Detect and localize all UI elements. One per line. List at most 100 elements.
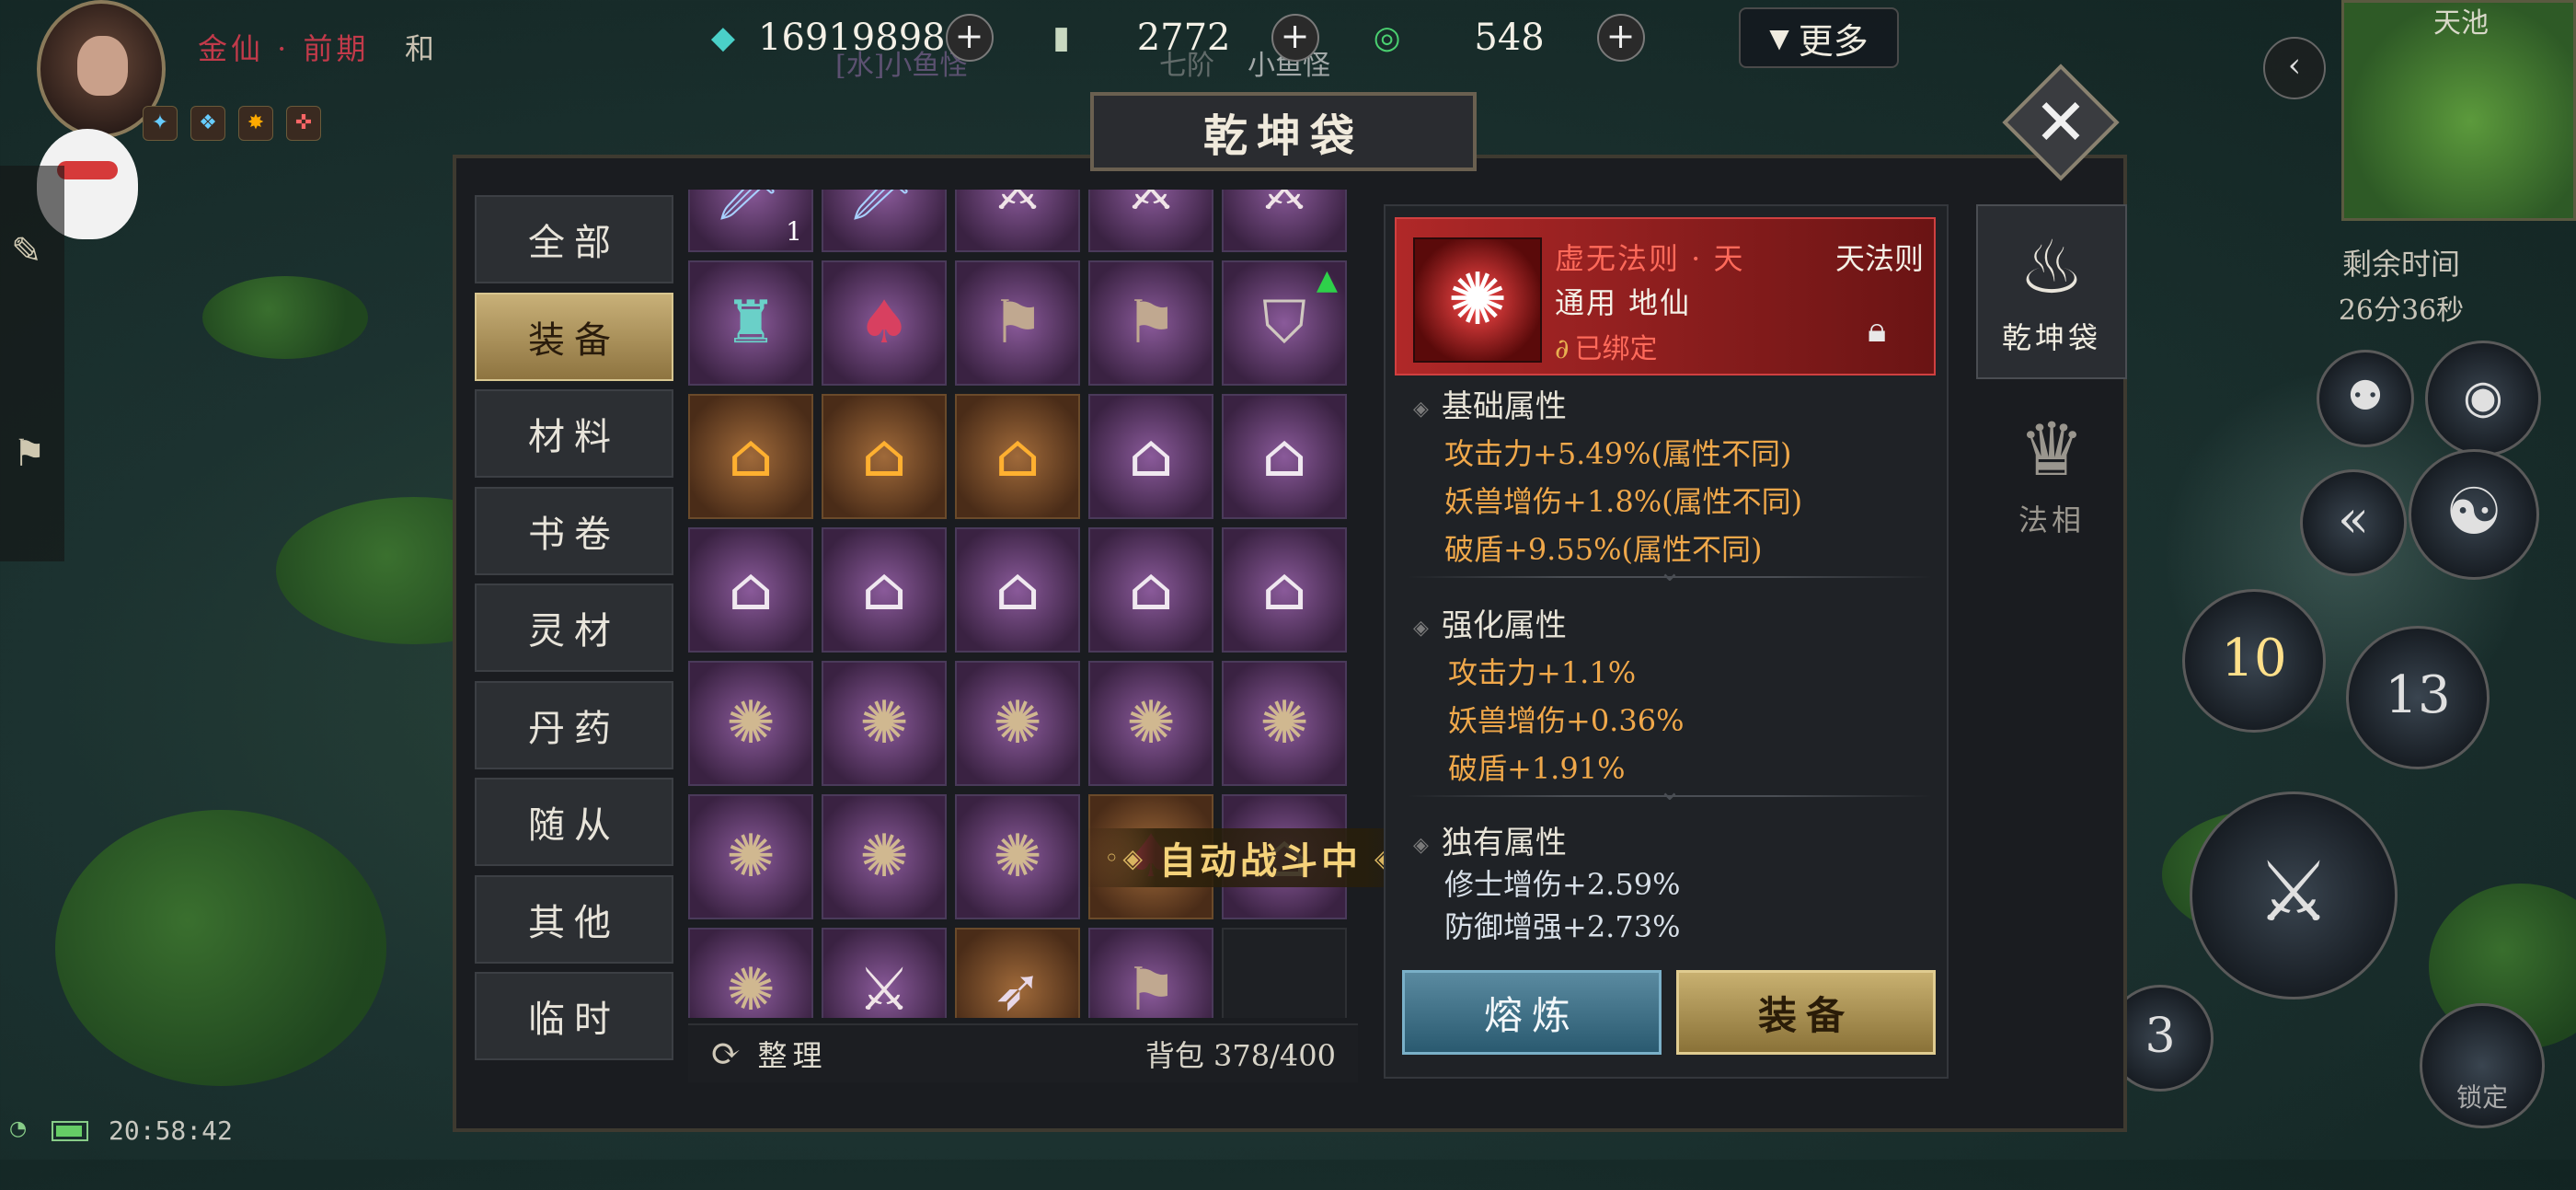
- back-arrow-icon[interactable]: «: [2300, 469, 2407, 576]
- inventory-slot[interactable]: 🗡︎ 1: [688, 190, 813, 252]
- inventory-slot[interactable]: ♜: [688, 260, 813, 386]
- bind-icon: ∂: [1555, 333, 1570, 365]
- skill-cooldown-2[interactable]: 13: [2346, 626, 2490, 769]
- inventory-footer: ⟳ 整理 背包 378/400: [688, 1023, 1358, 1082]
- spiral-skill-icon[interactable]: ◉: [2425, 341, 2541, 456]
- inventory-slot[interactable]: ⌂: [822, 394, 947, 519]
- buff-icon[interactable]: ✜: [286, 106, 321, 141]
- empty-slot[interactable]: [1222, 928, 1347, 1018]
- inventory-slot[interactable]: ✺: [822, 794, 947, 919]
- inventory-slot[interactable]: ✺: [688, 794, 813, 919]
- inventory-slot[interactable]: ⚔: [1088, 190, 1213, 252]
- inventory-slot[interactable]: ⌂: [822, 527, 947, 653]
- lock-icon[interactable]: 🔒︎: [1868, 309, 1910, 350]
- scroll-icon[interactable]: ✎: [11, 230, 42, 272]
- player-rank-suffix[interactable]: 和: [405, 26, 434, 68]
- add-token-button[interactable]: +: [1271, 14, 1319, 62]
- buff-icon[interactable]: ✦: [143, 106, 178, 141]
- enhance-attributes-title: 强化属性: [1413, 600, 1567, 645]
- more-button[interactable]: ▼ 更多: [1739, 7, 1899, 68]
- tab-pills[interactable]: 丹药: [475, 680, 673, 769]
- inventory-slot[interactable]: ⌂: [1222, 394, 1347, 519]
- tab-spirit-materials[interactable]: 灵材: [475, 583, 673, 672]
- minimap-title: 天池: [2433, 7, 2489, 40]
- inventory-slot[interactable]: ✺: [822, 661, 947, 786]
- bag-icon: ♨: [2018, 225, 2085, 310]
- buff-icon[interactable]: ❖: [190, 106, 225, 141]
- inventory-slot[interactable]: ⌂: [1088, 527, 1213, 653]
- tab-equipment[interactable]: 装备: [475, 292, 673, 381]
- resource-spirit-crystal: ◆ 16919898 +: [699, 14, 1029, 62]
- enhance-attribute: 破盾+1.91%: [1448, 751, 1626, 786]
- inventory-slot[interactable]: ✺: [1088, 661, 1213, 786]
- inventory-slot[interactable]: ⛉ ▲: [1222, 260, 1347, 386]
- skill-cooldown-1[interactable]: 10: [2182, 589, 2326, 733]
- collapse-arrow-icon[interactable]: ‹: [2263, 37, 2326, 99]
- whisk-icon: ✺: [726, 956, 776, 1018]
- inventory-slot[interactable]: ⚔: [955, 190, 1080, 252]
- buff-icon[interactable]: ✸: [238, 106, 273, 141]
- side-tab-avatar-form[interactable]: ♛ 法相: [1976, 387, 2127, 561]
- inventory-slot[interactable]: ⚑: [1088, 928, 1213, 1018]
- tab-materials[interactable]: 材料: [475, 389, 673, 478]
- inventory-slot[interactable]: ⌂: [955, 394, 1080, 519]
- inventory-slot[interactable]: ⌂: [1222, 527, 1347, 653]
- base-attributes-title: 基础属性: [1413, 381, 1567, 426]
- unique-attribute: 防御增强+2.73%: [1444, 909, 1681, 944]
- sword-attack-button[interactable]: ⚔: [2190, 791, 2398, 999]
- skill-cooldown-value: 13: [2385, 665, 2451, 725]
- inventory-slot[interactable]: ✺: [688, 928, 813, 1018]
- inventory-slot[interactable]: ➶: [955, 928, 1080, 1018]
- cauldron-icon: ⌂: [861, 556, 907, 624]
- inventory-slot[interactable]: 🗡︎: [822, 190, 947, 252]
- smelt-button[interactable]: 熔炼: [1402, 970, 1662, 1055]
- sort-button[interactable]: 整理: [758, 1033, 828, 1075]
- inventory-grid[interactable]: 🗡︎1🗡︎⚔⚔⚔♜♠⚑⚑⛉▲⌂⌂⌂⌂⌂⌂⌂⌂⌂⌂✺✺✺✺✺✺✺✺♠⌂✺⚔➶⚑: [688, 190, 1358, 1018]
- inventory-slot[interactable]: ⌂: [955, 527, 1080, 653]
- resource-bar: ◆ 16919898 + ▮ 2772 + ◎ 548 +: [699, 0, 1689, 75]
- cauldron-icon: ⌂: [995, 556, 1041, 624]
- shield-icon: ⛉: [1262, 289, 1306, 357]
- inventory-slot[interactable]: ♠: [822, 260, 947, 386]
- auto-battle-label: 自动战斗中: [1159, 839, 1362, 883]
- inventory-slot[interactable]: ✺: [1222, 661, 1347, 786]
- inventory-slot[interactable]: ⚔: [822, 928, 947, 1018]
- equip-button[interactable]: 装备: [1676, 970, 1936, 1055]
- chevron-down-icon: ▼: [1769, 22, 1789, 53]
- tab-other[interactable]: 其他: [475, 874, 673, 964]
- crystal-icon: ◆: [710, 19, 736, 56]
- tab-temporary[interactable]: 临时: [475, 972, 673, 1060]
- yin-yang-icon[interactable]: ☯: [2409, 449, 2539, 580]
- whisk-icon: ✺: [859, 689, 909, 757]
- flag-icon[interactable]: ⚑: [13, 433, 46, 475]
- skill-count-value: 3: [2145, 1009, 2176, 1064]
- inventory-slot[interactable]: ⌂: [1088, 394, 1213, 519]
- inventory-slot[interactable]: ✺: [955, 794, 1080, 919]
- banner-icon: ⚑: [1124, 289, 1178, 357]
- side-tab-bag[interactable]: ♨ 乾坤袋: [1976, 204, 2127, 379]
- tab-scrolls[interactable]: 书卷: [475, 486, 673, 575]
- resource-value: 16919898: [758, 17, 946, 59]
- refresh-icon[interactable]: ⟳: [710, 1033, 742, 1075]
- lock-target-button[interactable]: 锁定: [2420, 1003, 2545, 1128]
- team-icon[interactable]: ⚉: [2317, 350, 2414, 447]
- add-jade-button[interactable]: +: [1596, 14, 1645, 62]
- clock: 20:58:42: [109, 1115, 233, 1146]
- item-bound-status: ∂ 已绑定: [1555, 326, 1658, 366]
- tab-followers[interactable]: 随从: [475, 778, 673, 866]
- inventory-slot[interactable]: ✺: [955, 661, 1080, 786]
- tab-all[interactable]: 全部: [475, 195, 673, 283]
- upgrade-arrow-icon: ▲: [1316, 264, 1338, 296]
- enhance-attribute: 攻击力+1.1%: [1448, 655, 1637, 690]
- sword-icon: 🗡︎: [713, 190, 788, 225]
- cauldron-icon: ⌂: [728, 556, 774, 624]
- add-crystal-button[interactable]: +: [945, 14, 994, 62]
- inventory-slot[interactable]: ⌂: [688, 394, 813, 519]
- inventory-slot[interactable]: ⚑: [955, 260, 1080, 386]
- inventory-slot[interactable]: ⌂: [688, 527, 813, 653]
- inventory-slot[interactable]: ⚔: [1222, 190, 1347, 252]
- base-attribute: 妖兽增伤+1.8%(属性不同): [1444, 484, 1803, 519]
- enhance-attribute: 妖兽增伤+0.36%: [1448, 703, 1685, 738]
- inventory-slot[interactable]: ✺: [688, 661, 813, 786]
- inventory-slot[interactable]: ⚑: [1088, 260, 1213, 386]
